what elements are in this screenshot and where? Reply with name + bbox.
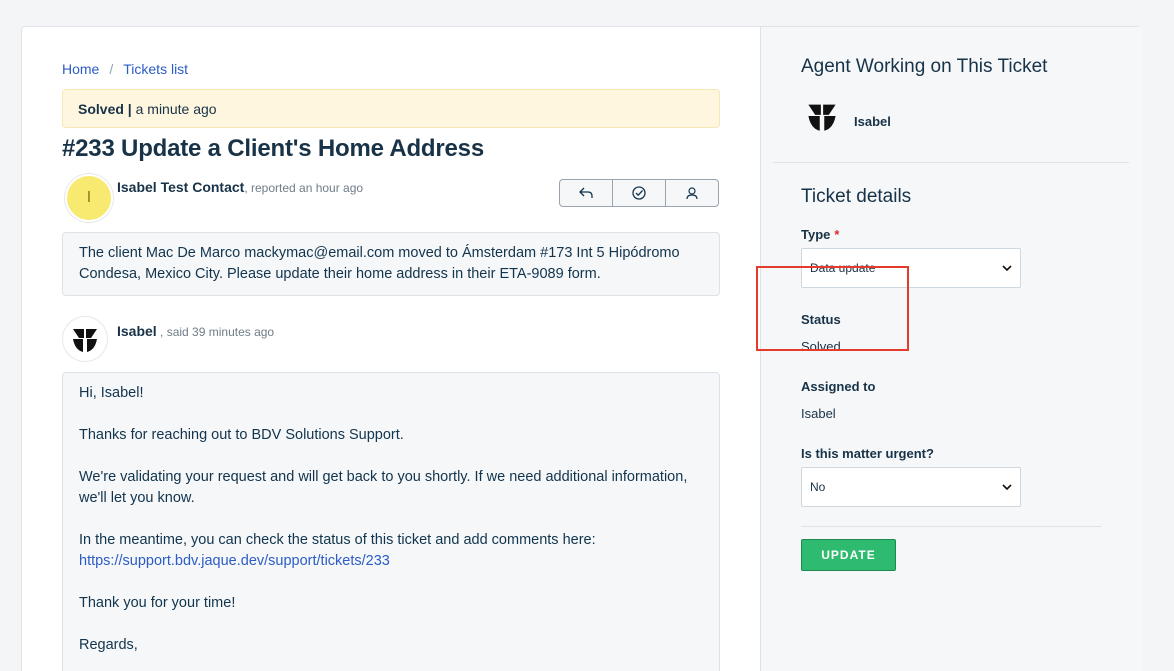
assigned-value: Isabel xyxy=(801,406,836,421)
agent-avatar xyxy=(62,316,108,362)
reply-greeting: Hi, Isabel! xyxy=(79,385,144,401)
reply-icon xyxy=(579,187,593,198)
reporter-line: Isabel Test Contact, reported an hour ag… xyxy=(117,179,363,195)
company-logo-icon xyxy=(808,104,836,131)
reporter-name[interactable]: Isabel Test Contact xyxy=(117,179,244,195)
update-button[interactable]: UPDATE xyxy=(801,539,896,571)
breadcrumb: Home / Tickets list xyxy=(62,61,188,77)
ticket-link[interactable]: https://support.bdv.jaque.dev/support/ti… xyxy=(79,553,390,569)
reply-message: Hi, Isabel! Thanks for reaching out to B… xyxy=(62,372,720,671)
ticket-action-group xyxy=(559,179,719,207)
urgent-select-value: No xyxy=(810,480,826,494)
assign-button[interactable] xyxy=(666,180,718,206)
banner-status: Solved xyxy=(78,101,124,117)
breadcrumb-tickets-link[interactable]: Tickets list xyxy=(123,61,188,77)
status-banner: Solved | a minute ago xyxy=(62,89,720,128)
reply-paragraph: We're validating your request and will g… xyxy=(79,469,688,506)
assigned-label: Assigned to xyxy=(801,379,876,394)
urgent-label: Is this matter urgent? xyxy=(801,446,934,461)
urgent-select[interactable]: No xyxy=(801,467,1021,507)
resolve-button[interactable] xyxy=(613,180,666,206)
reply-closing: Regards, xyxy=(79,637,138,653)
agent-heading: Agent Working on This Ticket xyxy=(801,56,1048,77)
breadcrumb-home-link[interactable]: Home xyxy=(62,61,99,77)
chevron-down-icon xyxy=(1002,484,1012,490)
reply-author[interactable]: Isabel xyxy=(117,323,157,339)
ticket-description: The client Mac De Marco mackymac@email.c… xyxy=(62,232,720,296)
reported-time: , reported an hour ago xyxy=(244,181,364,195)
reply-time: , said 39 minutes ago xyxy=(156,325,275,339)
reply-paragraph: In the meantime, you can check the statu… xyxy=(79,532,596,569)
type-label: Type * xyxy=(801,227,840,242)
chevron-down-icon xyxy=(1002,265,1012,271)
reporter-avatar: I xyxy=(65,174,113,222)
banner-separator: | xyxy=(127,101,132,117)
ticket-card: Home / Tickets list Solved | a minute ago … xyxy=(21,26,1142,671)
required-mark: * xyxy=(834,227,840,242)
page-title: #233 Update a Client's Home Address xyxy=(62,135,484,162)
reply-author-line: Isabel , said 39 minutes ago xyxy=(117,323,274,339)
divider xyxy=(801,526,1101,527)
status-highlight-box xyxy=(756,266,909,351)
breadcrumb-separator: / xyxy=(109,61,114,77)
ticket-main: Home / Tickets list Solved | a minute ago … xyxy=(22,27,760,671)
banner-time: a minute ago xyxy=(135,101,217,117)
agent-name: Isabel xyxy=(854,114,891,129)
check-circle-icon xyxy=(632,186,646,200)
agent-logo xyxy=(801,95,843,137)
details-heading: Ticket details xyxy=(801,186,912,207)
reply-paragraph: Thank you for your time! xyxy=(79,595,236,611)
company-logo-icon xyxy=(73,329,97,352)
reply-paragraph: Thanks for reaching out to BDV Solutions… xyxy=(79,427,404,443)
reply-button[interactable] xyxy=(560,180,613,206)
user-icon xyxy=(686,186,698,199)
divider xyxy=(773,162,1129,163)
